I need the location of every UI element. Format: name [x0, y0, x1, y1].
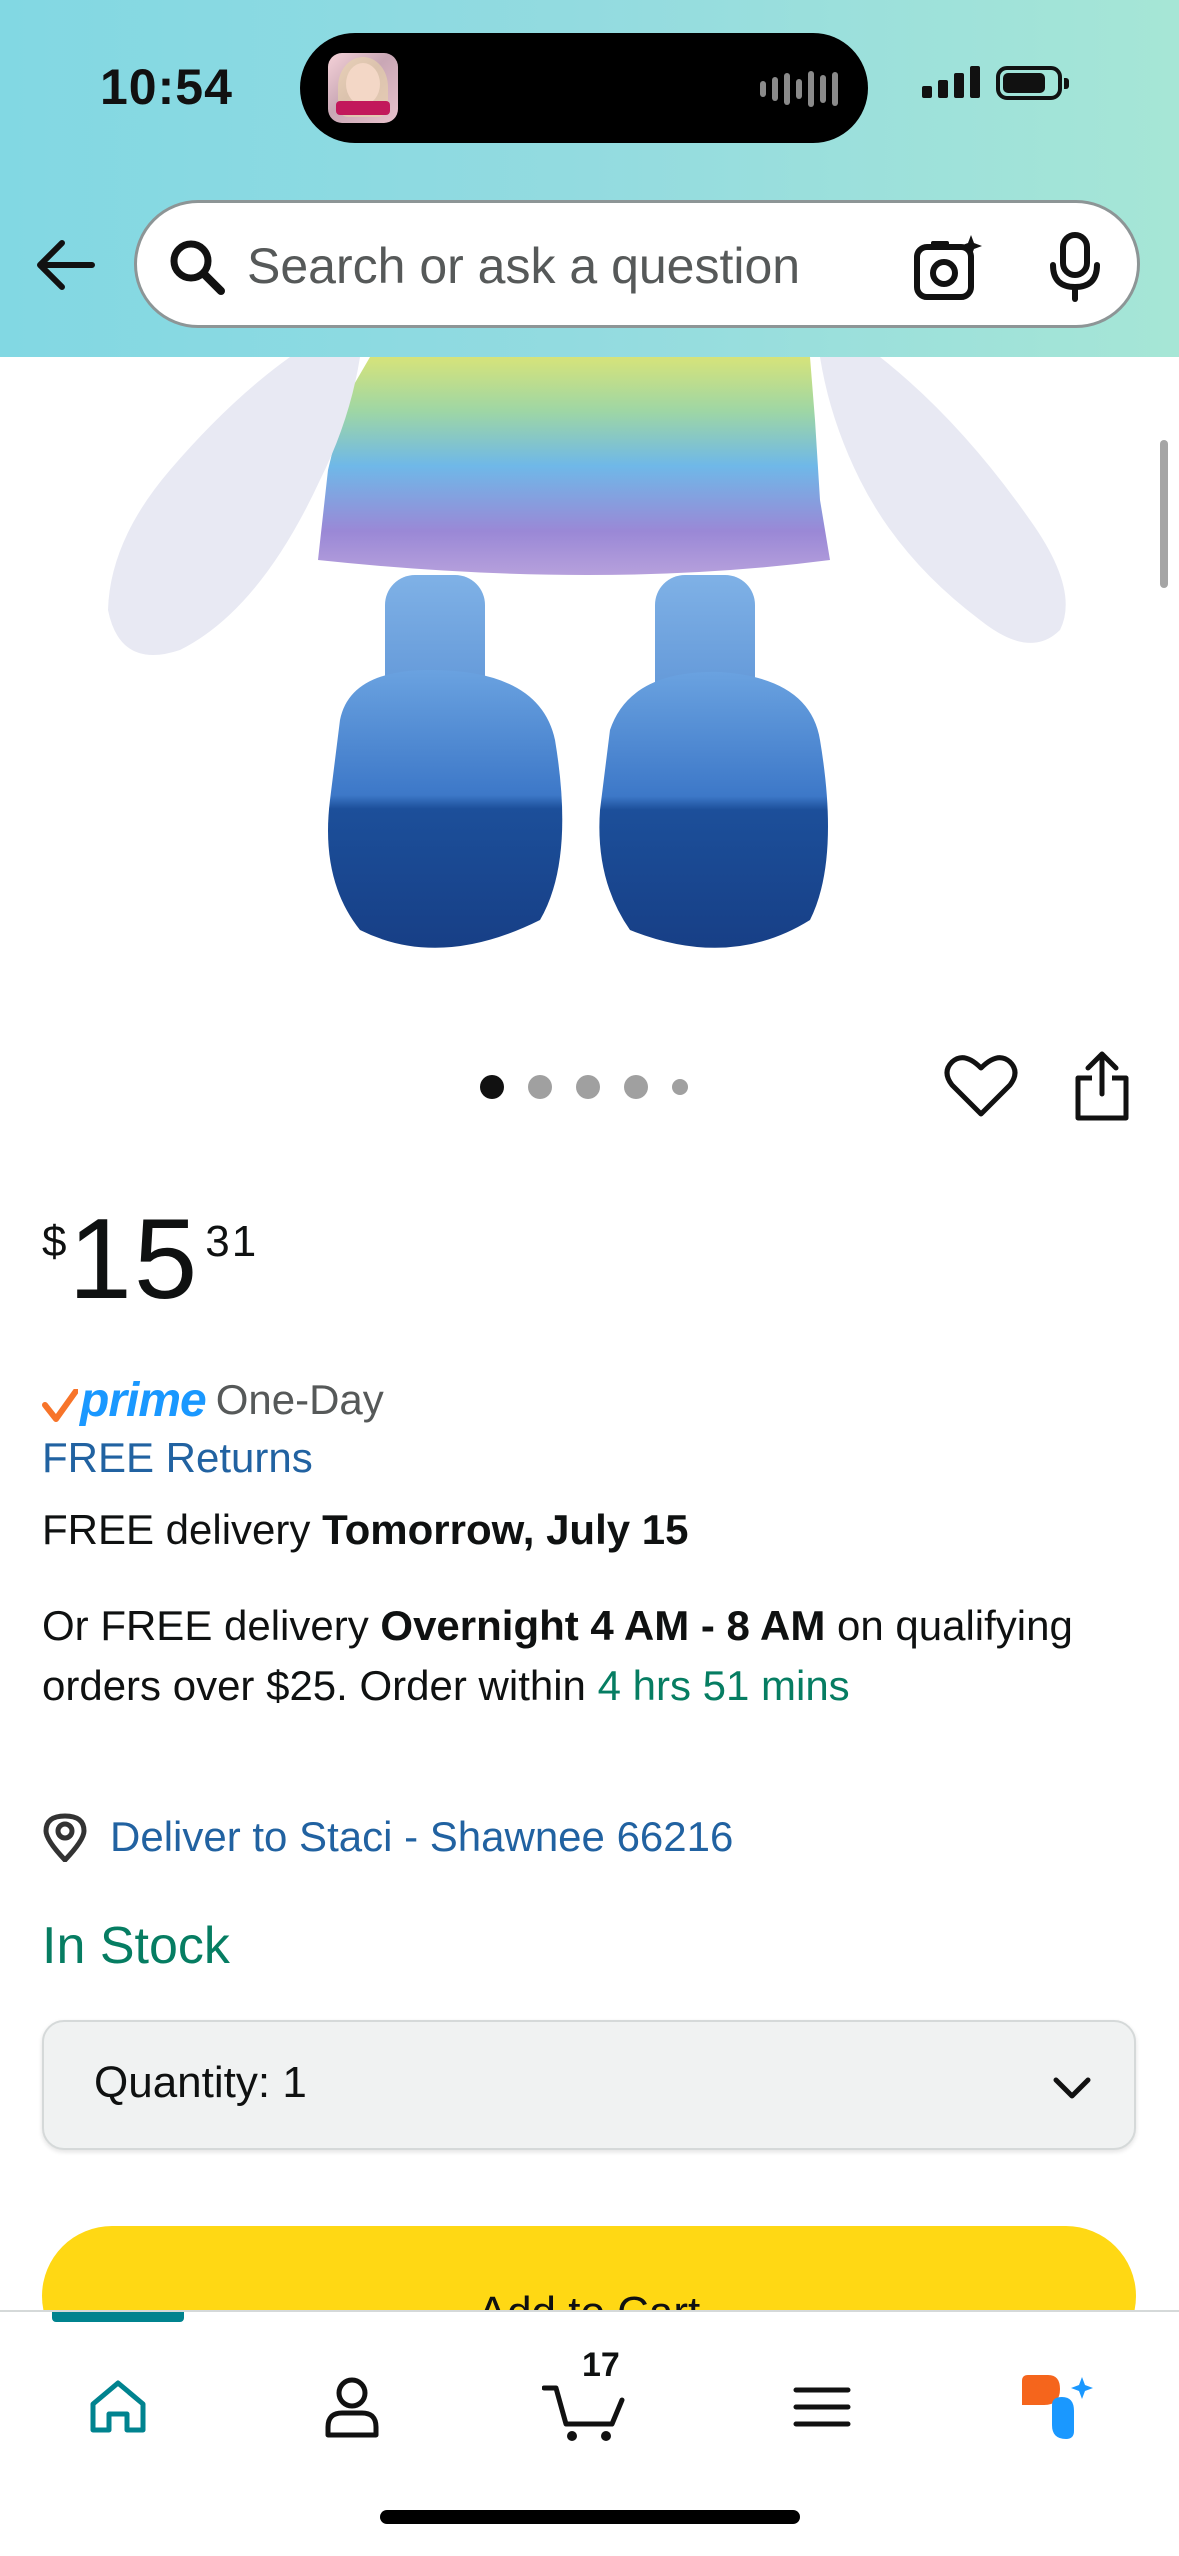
free-delivery-text: FREE delivery Tomorrow, July 15: [42, 1500, 689, 1560]
pagination-dot[interactable]: [672, 1079, 688, 1095]
search-input[interactable]: [247, 231, 807, 301]
quantity-selector[interactable]: Quantity: 1: [42, 2020, 1136, 2150]
price-fraction: 31: [205, 1217, 259, 1266]
nav-home[interactable]: [58, 2352, 178, 2462]
price: $ 15 31: [42, 1195, 258, 1325]
prime-one-day: One-Day: [215, 1376, 384, 1423]
image-pagination-dots[interactable]: [480, 1075, 688, 1099]
pagination-dot[interactable]: [528, 1075, 552, 1099]
order-countdown: 4 hrs 51 mins: [597, 1662, 850, 1709]
nav-active-indicator: [52, 2312, 184, 2322]
pagination-dot-active[interactable]: [480, 1075, 504, 1099]
prime-logo-text: prime: [80, 1373, 207, 1427]
free-delivery-date: Tomorrow, July 15: [322, 1506, 689, 1553]
cellular-signal-icon: [922, 66, 980, 98]
status-time: 10:54: [100, 59, 233, 115]
profile-icon: [325, 2377, 379, 2438]
free-returns-link[interactable]: FREE Returns: [42, 1428, 313, 1488]
price-whole: 15: [68, 1196, 200, 1323]
free-delivery-prefix: FREE delivery: [42, 1506, 323, 1553]
heart-icon[interactable]: [944, 1052, 1018, 1118]
nav-menu[interactable]: [762, 2352, 882, 2462]
home-icon: [90, 2380, 146, 2433]
prime-badge: prime One-Day: [42, 1370, 384, 1430]
stock-status: In Stock: [42, 1917, 230, 1975]
plush-toy-image: [108, 357, 1066, 948]
scroll-indicator[interactable]: [1160, 440, 1168, 588]
overnight-prefix: Or FREE delivery: [42, 1602, 381, 1649]
pagination-dot[interactable]: [576, 1075, 600, 1099]
chevron-down-icon: [1053, 2077, 1091, 2099]
now-playing-thumbnail: [328, 53, 398, 123]
audio-waveform-icon: [760, 71, 838, 107]
share-icon[interactable]: [1070, 1050, 1134, 1122]
nav-profile[interactable]: [292, 2352, 412, 2462]
rufus-assistant-icon: [1022, 2375, 1093, 2439]
prime-check-icon: [42, 1389, 78, 1422]
cart-count-badge: 17: [582, 2346, 620, 2384]
header: 10:54: [0, 0, 1179, 357]
quantity-label: Quantity: 1: [94, 2058, 307, 2107]
camera-search-icon[interactable]: [913, 233, 983, 303]
overnight-delivery-text: Or FREE delivery Overnight 4 AM - 8 AM o…: [42, 1596, 1152, 1716]
dynamic-island[interactable]: [300, 33, 868, 143]
overnight-window: Overnight 4 AM - 8 AM: [380, 1602, 826, 1649]
search-bar[interactable]: [134, 200, 1140, 328]
pagination-dot[interactable]: [624, 1075, 648, 1099]
deliver-to-text[interactable]: Deliver to Staci - Shawnee 66216: [110, 1813, 733, 1861]
quantity-value: 1: [282, 2058, 307, 2107]
home-indicator: [380, 2510, 800, 2524]
microphone-icon[interactable]: [1045, 231, 1105, 303]
deliver-to-link[interactable]: Deliver to Staci - Shawnee 66216: [42, 1812, 733, 1862]
battery-icon: [996, 66, 1069, 100]
back-arrow-icon[interactable]: [32, 230, 102, 300]
menu-icon: [793, 2387, 851, 2427]
location-pin-icon: [43, 1813, 87, 1862]
price-currency: $: [42, 1217, 67, 1266]
product-page: 10:54 Search or ask a question $ 15 31 p…: [0, 0, 1179, 2556]
nav-cart[interactable]: 17: [526, 2346, 646, 2462]
nav-rufus[interactable]: [996, 2352, 1116, 2462]
search-icon: [170, 240, 225, 295]
product-image[interactable]: [0, 357, 1179, 997]
